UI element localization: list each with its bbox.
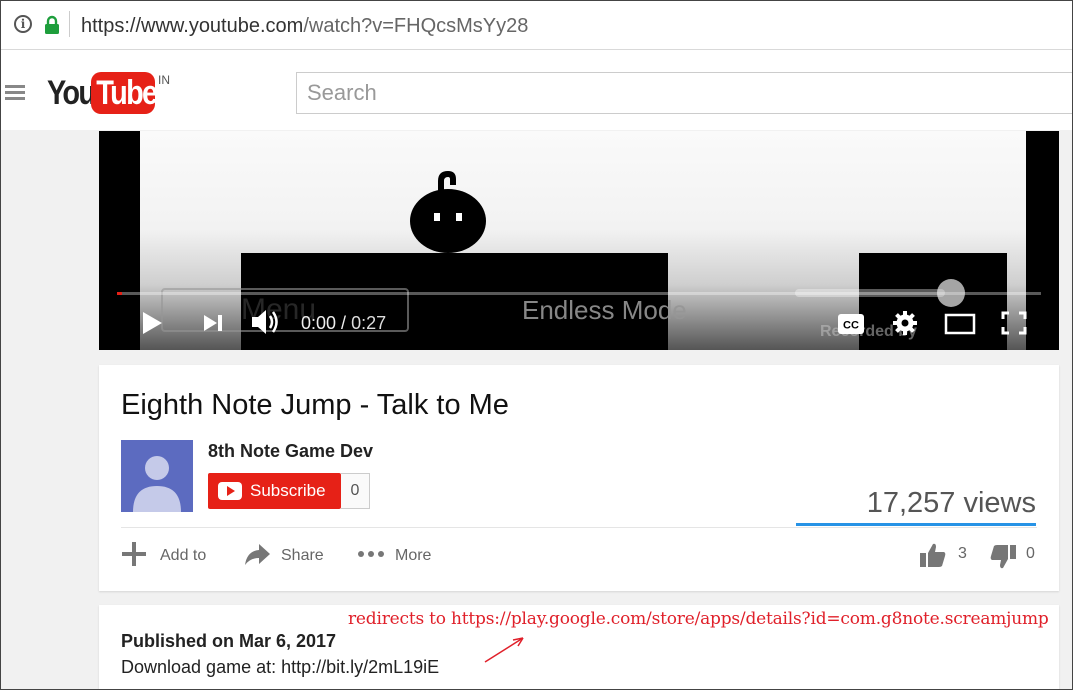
duration: 0:27 xyxy=(351,313,387,333)
youtube-play-icon xyxy=(218,482,242,500)
add-icon xyxy=(122,542,146,566)
channel-name[interactable]: 8th Note Game Dev xyxy=(208,441,373,462)
subscribe-label: Subscribe xyxy=(250,481,326,500)
volume-slider[interactable] xyxy=(795,289,945,297)
volume-knob[interactable] xyxy=(937,279,965,307)
logo-you-text[interactable]: You xyxy=(47,72,96,114)
more-label: More xyxy=(395,547,432,564)
published-date: Published on Mar 6, 2017 xyxy=(121,631,337,651)
address-bar[interactable]: i https://www.youtube.com/watch?v=FHQcsM… xyxy=(1,1,1072,50)
menu-icon[interactable] xyxy=(5,85,25,103)
like-count: 3 xyxy=(958,545,967,562)
time-separator: / xyxy=(336,313,352,333)
logo-country-code: IN xyxy=(158,73,170,87)
like-ratio-bar xyxy=(796,523,1036,526)
share-label: Share xyxy=(281,547,324,564)
next-icon[interactable] xyxy=(202,313,224,333)
captions-icon[interactable]: CC xyxy=(837,313,865,335)
url-host: https://www.youtube.com xyxy=(81,15,304,37)
browser-window: i https://www.youtube.com/watch?v=FHQcsM… xyxy=(0,0,1073,690)
fullscreen-icon[interactable] xyxy=(1001,311,1027,335)
subscribe-button[interactable]: Subscribe xyxy=(208,473,341,509)
theater-mode-icon[interactable] xyxy=(944,313,976,335)
address-separator xyxy=(69,11,70,37)
view-count: 17,257 views xyxy=(866,487,1036,519)
video-title: Eighth Note Jump - Talk to Me xyxy=(121,389,509,421)
channel-avatar[interactable] xyxy=(121,440,193,512)
more-dots-icon xyxy=(358,551,384,557)
volume-icon[interactable] xyxy=(250,308,282,336)
video-player[interactable]: Menu Endless Mode Recorded by 0:00 / 0:2… xyxy=(99,131,1059,350)
settings-gear-icon[interactable] xyxy=(892,310,918,336)
video-info-card: Eighth Note Jump - Talk to Me 8th Note G… xyxy=(99,365,1059,591)
svg-text:CC: CC xyxy=(843,320,859,332)
logo-tube-badge[interactable]: Tube xyxy=(91,72,158,114)
annotation-note: redirects to https://play.google.com/sto… xyxy=(348,609,1049,629)
game-mode-label: Endless Mode xyxy=(522,295,687,325)
url-path: /watch?v=FHQcsMsYy28 xyxy=(303,15,529,37)
annotation-arrow-icon xyxy=(484,637,524,663)
dislike-count: 0 xyxy=(1026,545,1035,562)
logo-tube-text: Tube xyxy=(96,74,158,112)
url-text[interactable]: https://www.youtube.com/watch?v=FHQcsMsY… xyxy=(81,15,528,38)
search-input[interactable] xyxy=(296,72,1072,114)
share-icon xyxy=(245,544,270,565)
lock-icon xyxy=(45,15,59,34)
description-text: Download game at: http://bit.ly/2mL19iE xyxy=(121,657,440,677)
add-to-label: Add to xyxy=(160,547,207,564)
info-icon[interactable]: i xyxy=(14,15,32,33)
current-time: 0:00 xyxy=(301,313,337,333)
thumbs-down-icon[interactable] xyxy=(989,543,1017,571)
actions-divider xyxy=(121,527,1037,528)
time-display: 0:00 / 0:27 xyxy=(301,313,386,334)
eighth-note-character-icon xyxy=(410,171,486,253)
progress-fill xyxy=(117,292,122,295)
thumbs-up-icon[interactable] xyxy=(919,541,947,569)
subscriber-count: 0 xyxy=(341,473,370,509)
play-icon[interactable] xyxy=(141,311,163,335)
